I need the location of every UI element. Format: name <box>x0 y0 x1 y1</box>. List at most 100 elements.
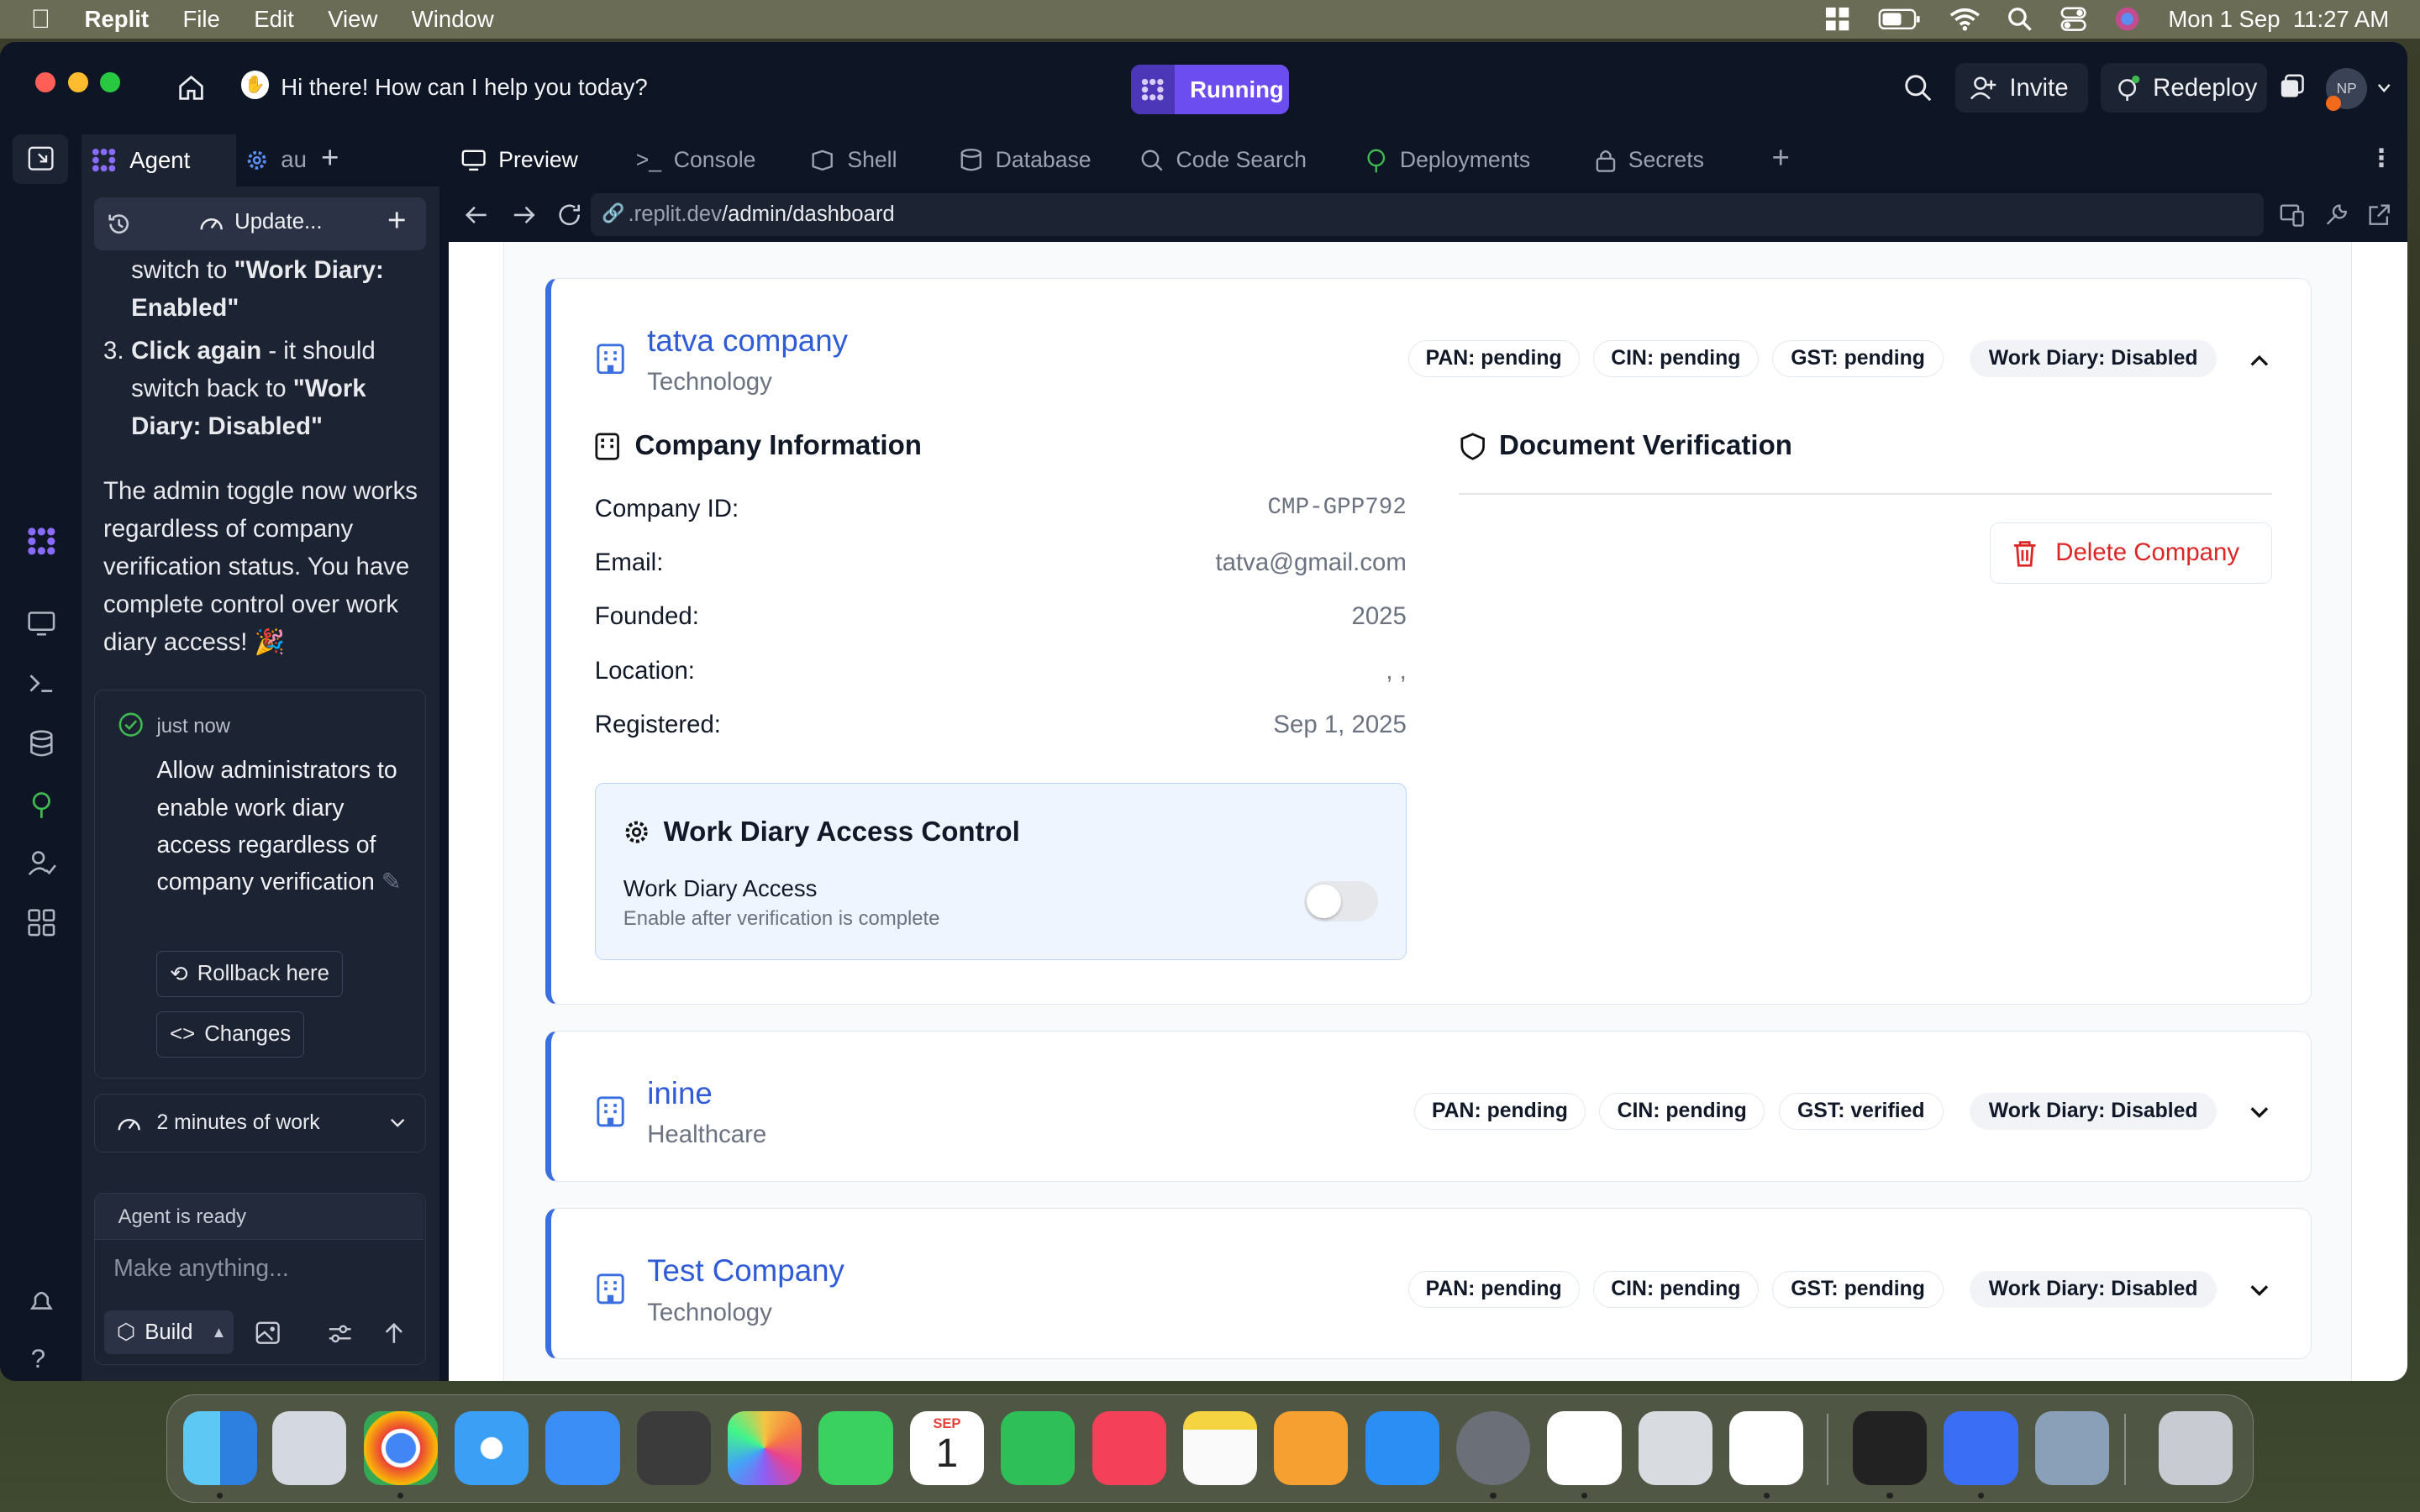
wrench-icon[interactable] <box>2324 202 2349 227</box>
tab-preview[interactable]: Preview <box>449 134 624 187</box>
apple-icon[interactable]:  <box>31 4 50 34</box>
tab-agent[interactable]: Agent <box>82 134 236 187</box>
replit-dock-icon[interactable] <box>1853 1410 1928 1485</box>
notes-icon[interactable] <box>1182 1410 1258 1485</box>
close-window-button[interactable] <box>35 72 56 93</box>
devices-icon[interactable] <box>2280 202 2304 227</box>
changes-button[interactable]: <> Changes <box>156 1011 304 1058</box>
edit-pencil-icon[interactable]: ✎ <box>381 869 402 895</box>
build-mode-button[interactable]: ⬡ Build ▲ <box>104 1310 234 1354</box>
rail-item-files[interactable] <box>12 134 68 184</box>
safari-icon[interactable] <box>454 1410 529 1485</box>
back-arrow-icon[interactable] <box>465 205 488 225</box>
maximize-window-button[interactable] <box>100 72 121 93</box>
rollback-button[interactable]: ⟲ Rollback here <box>156 951 343 998</box>
work-time-row[interactable]: 2 minutes of work <box>94 1094 426 1152</box>
layout-toggle-icon[interactable] <box>2280 74 2304 98</box>
chevron-down-icon[interactable] <box>2377 83 2391 93</box>
agent-rail-icon[interactable] <box>26 526 57 557</box>
iphone-mirroring-icon[interactable] <box>1638 1410 1712 1485</box>
dropzone-icon[interactable] <box>1944 1410 2018 1485</box>
facetime-icon[interactable] <box>818 1410 893 1485</box>
mail-icon[interactable] <box>545 1410 620 1485</box>
windows-app-icon[interactable] <box>1547 1410 1622 1485</box>
database-rail-icon[interactable] <box>26 728 57 759</box>
redeploy-button[interactable]: Redeploy <box>2100 63 2268 113</box>
tab-deployments[interactable]: Deployments <box>1352 134 1584 186</box>
tab-other[interactable]: au <box>245 146 307 173</box>
delete-company-button[interactable]: Delete Company <box>1990 522 2273 585</box>
calendar-day: 1 <box>935 1431 959 1477</box>
tab-secrets[interactable]: Secrets <box>1583 134 1756 186</box>
company-name[interactable]: inine <box>647 1076 713 1111</box>
menu-file[interactable]: File <box>182 6 219 33</box>
chevron-down-icon[interactable] <box>2249 1102 2270 1124</box>
menu-datetime[interactable]: Mon 1 Sep 11:27 AM <box>2168 6 2389 33</box>
chrome-icon[interactable] <box>363 1410 438 1485</box>
work-diary-toggle[interactable] <box>1303 880 1378 921</box>
calculator-icon[interactable] <box>636 1410 711 1485</box>
tab-database[interactable]: Database <box>948 134 1128 186</box>
deployments-rail-icon[interactable] <box>26 789 57 820</box>
alerts-rail-icon[interactable] <box>26 1285 57 1316</box>
launchpad-icon[interactable] <box>272 1410 347 1485</box>
image-attach-icon[interactable] <box>255 1321 280 1345</box>
add-tab-plus-icon[interactable]: + <box>1772 140 1790 176</box>
user-check-rail-icon[interactable] <box>26 848 57 879</box>
settings-sliders-icon[interactable] <box>328 1323 352 1345</box>
tab-shell[interactable]: Shell <box>798 134 948 186</box>
chevron-up-icon[interactable] <box>2249 349 2270 371</box>
pages-icon[interactable] <box>1274 1410 1349 1485</box>
wifi-icon[interactable] <box>1949 8 1981 31</box>
minimize-window-button[interactable] <box>67 72 88 93</box>
battery-icon[interactable] <box>1878 8 1921 30</box>
menu-edit[interactable]: Edit <box>254 6 293 33</box>
chevron-down-icon[interactable] <box>2249 1280 2270 1302</box>
tab-console-label: Console <box>673 147 756 173</box>
more-options-icon[interactable]: ⋮ <box>2369 144 2393 173</box>
photos-icon[interactable] <box>728 1410 802 1485</box>
system-settings-icon[interactable] <box>1456 1410 1531 1485</box>
menu-window[interactable]: Window <box>412 6 494 33</box>
windows-app-icon[interactable] <box>1824 6 1850 32</box>
run-status-button[interactable]: Running <box>1131 65 1289 114</box>
vscode-icon[interactable] <box>1729 1410 1804 1485</box>
update-label[interactable]: Update... <box>234 210 322 234</box>
home-icon[interactable] <box>177 74 205 102</box>
url-field[interactable]: 🔗 .replit.dev/admin/dashboard <box>591 192 2265 236</box>
company-industry: Technology <box>647 368 772 396</box>
spotlight-search-icon[interactable] <box>2007 7 2033 31</box>
preview-rail-icon[interactable] <box>26 608 57 639</box>
calendar-icon[interactable]: SEP 1 <box>909 1410 984 1485</box>
control-center-icon[interactable] <box>2060 7 2086 32</box>
finder-icon[interactable] <box>182 1410 257 1485</box>
preview-app-icon[interactable] <box>2034 1410 2109 1485</box>
menu-app-name[interactable]: Replit <box>85 6 150 33</box>
agent-prompt-input[interactable]: Make anything... <box>113 1255 407 1292</box>
app-store-icon[interactable] <box>1365 1410 1439 1485</box>
numbers-icon[interactable] <box>1001 1410 1076 1485</box>
menu-view[interactable]: View <box>328 6 377 33</box>
forward-arrow-icon[interactable] <box>513 205 536 225</box>
help-icon[interactable]: ? <box>31 1344 45 1374</box>
send-arrow-up-icon[interactable] <box>383 1321 405 1345</box>
company-name[interactable]: tatva company <box>647 323 848 359</box>
chevron-up-icon: ▲ <box>211 1323 227 1341</box>
greeting-text[interactable]: Hi there! How can I help you today? <box>281 74 647 101</box>
apps-grid-rail-icon[interactable] <box>26 907 57 938</box>
siri-icon[interactable] <box>2114 6 2140 32</box>
reload-icon[interactable] <box>557 202 581 227</box>
search-icon[interactable] <box>1904 74 1932 102</box>
building-icon <box>595 433 619 460</box>
history-icon[interactable] <box>107 212 131 236</box>
shell-rail-icon[interactable] <box>26 668 57 699</box>
new-chat-plus-icon[interactable]: + <box>387 202 407 239</box>
invite-button[interactable]: Invite <box>1955 63 2089 113</box>
company-name[interactable]: Test Company <box>647 1253 844 1289</box>
new-tab-plus-icon[interactable]: + <box>321 140 339 176</box>
open-external-icon[interactable] <box>2367 202 2391 227</box>
tab-console[interactable]: >_ Console <box>623 134 798 186</box>
trash-icon[interactable] <box>2158 1410 2233 1485</box>
music-icon[interactable] <box>1092 1410 1166 1485</box>
tab-code-search[interactable]: Code Search <box>1128 134 1352 186</box>
